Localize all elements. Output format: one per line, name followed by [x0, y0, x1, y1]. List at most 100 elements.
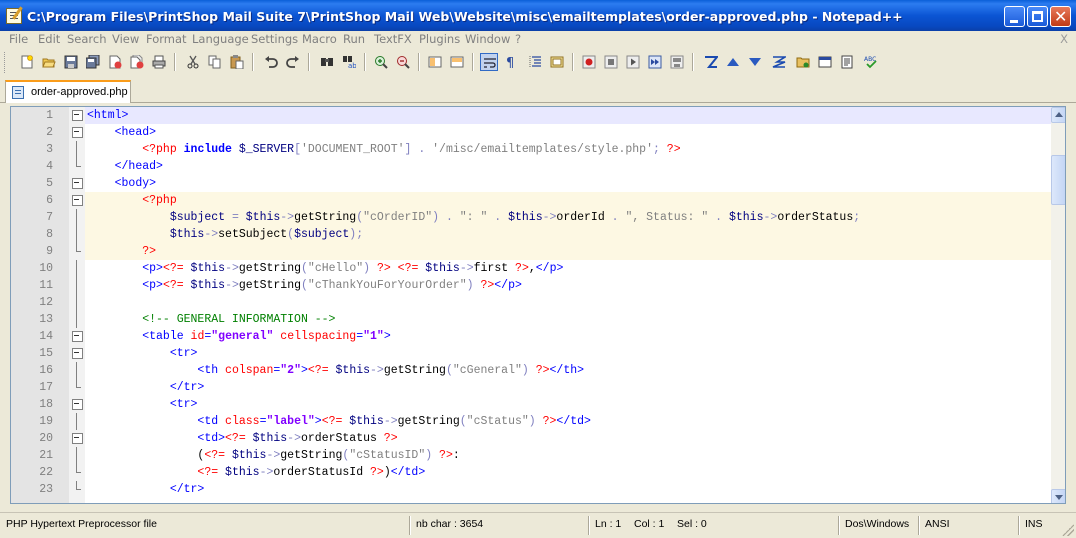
play-macro-button[interactable]: [624, 53, 642, 71]
open-file-icon: [42, 58, 56, 68]
code-line[interactable]: 4 </head>: [11, 158, 1051, 175]
sort-icon: [772, 56, 786, 68]
folder-button[interactable]: [794, 53, 812, 71]
chevron-up-icon: [1055, 112, 1063, 117]
menu-file[interactable]: File: [9, 32, 28, 46]
redo-button[interactable]: [284, 53, 302, 71]
menu-settings[interactable]: Settings: [251, 32, 298, 46]
code-line[interactable]: 15 <tr>: [11, 345, 1051, 362]
menu-macro[interactable]: Macro: [302, 32, 337, 46]
zoom-in-button[interactable]: [372, 53, 390, 71]
code-line[interactable]: 3 <?php include $_SERVER['DOCUMENT_ROOT'…: [11, 141, 1051, 158]
textfx-button[interactable]: [702, 53, 720, 71]
menu-edit[interactable]: Edit: [38, 32, 60, 46]
code-line[interactable]: 20 <td><?= $this->orderStatus ?>: [11, 430, 1051, 447]
code-line[interactable]: 16 <th colspan="2"><?= $this->getString(…: [11, 362, 1051, 379]
stop-record-button[interactable]: [602, 53, 620, 71]
toolbar-grip[interactable]: [4, 52, 7, 73]
menu-plugins[interactable]: Plugins: [419, 32, 460, 46]
menu-bar: File Edit Search View Format Language Se…: [0, 31, 1076, 49]
close-all-button[interactable]: [128, 53, 146, 71]
code-line[interactable]: 11 <p><?= $this->getString("cThankYouFor…: [11, 277, 1051, 294]
fold-toggle[interactable]: [69, 430, 85, 447]
sync-horizontal-button[interactable]: [448, 53, 466, 71]
svg-text:¶: ¶: [506, 56, 514, 69]
sync-vertical-button[interactable]: [426, 53, 444, 71]
code-line[interactable]: 2 <head>: [11, 124, 1051, 141]
word-wrap-button[interactable]: [480, 53, 498, 71]
paste-button[interactable]: [228, 53, 246, 71]
new-file-button[interactable]: [18, 53, 36, 71]
move-down-button[interactable]: [746, 53, 764, 71]
menu-textfx[interactable]: TextFX: [374, 32, 412, 46]
window-button[interactable]: [816, 53, 834, 71]
code-line[interactable]: 7 $subject = $this->getString("cOrderID"…: [11, 209, 1051, 226]
save-macro-button[interactable]: [668, 53, 686, 71]
fold-toggle[interactable]: [69, 328, 85, 345]
code-line[interactable]: 13 <!-- GENERAL INFORMATION -->: [11, 311, 1051, 328]
scroll-down-button[interactable]: [1051, 489, 1065, 503]
open-file-button[interactable]: [40, 53, 58, 71]
close-window-button[interactable]: ✕: [1050, 6, 1071, 27]
code-line[interactable]: 1 <html>: [11, 107, 1051, 124]
fold-toggle[interactable]: [69, 192, 85, 209]
zoom-out-button[interactable]: [394, 53, 412, 71]
vertical-scrollbar[interactable]: [1051, 107, 1065, 503]
run-macro-multiple-button[interactable]: [646, 53, 664, 71]
notepad-app-icon[interactable]: [6, 8, 22, 24]
tab-order-approved[interactable]: order-approved.php: [5, 80, 131, 103]
menu-view[interactable]: View: [112, 32, 139, 46]
sort-button[interactable]: [770, 53, 788, 71]
close-file-button[interactable]: [106, 53, 124, 71]
code-line[interactable]: 18 <tr>: [11, 396, 1051, 413]
indent-guide-button[interactable]: [526, 53, 544, 71]
spell-check-button[interactable]: ABC: [862, 53, 880, 71]
code-line[interactable]: 10 <p><?= $this->getString("cHello") ?> …: [11, 260, 1051, 277]
doc-map-button[interactable]: [838, 53, 856, 71]
code-line[interactable]: 6 <?php: [11, 192, 1051, 209]
undo-button[interactable]: [262, 53, 280, 71]
code-line[interactable]: 22 <?= $this->orderStatusId ?>)</td>: [11, 464, 1051, 481]
cut-button[interactable]: [184, 53, 202, 71]
scrollbar-thumb[interactable]: [1051, 155, 1065, 205]
code-line[interactable]: 23 </tr>: [11, 481, 1051, 498]
code-line[interactable]: 5 <body>: [11, 175, 1051, 192]
user-lang-button[interactable]: [548, 53, 566, 71]
save-all-button[interactable]: [84, 53, 102, 71]
code-text: </tr>: [169, 483, 205, 496]
close-document-button[interactable]: X: [1060, 32, 1068, 46]
fold-toggle[interactable]: [69, 345, 85, 362]
copy-button[interactable]: [206, 53, 224, 71]
title-bar[interactable]: C:\Program Files\PrintShop Mail Suite 7\…: [0, 0, 1076, 31]
print-button[interactable]: [150, 53, 168, 71]
show-all-chars-button[interactable]: ¶: [502, 53, 520, 71]
fold-toggle[interactable]: [69, 396, 85, 413]
find-button[interactable]: [318, 53, 336, 71]
menu-window[interactable]: Window: [465, 32, 510, 46]
fold-toggle[interactable]: [69, 175, 85, 192]
replace-icon: ab: [343, 56, 356, 69]
scroll-up-button[interactable]: [1051, 107, 1065, 123]
minimize-button[interactable]: [1004, 6, 1025, 27]
save-button[interactable]: [62, 53, 80, 71]
code-line[interactable]: 12: [11, 294, 1051, 311]
menu-search[interactable]: Search: [67, 32, 107, 46]
code-line[interactable]: 8 $this->setSubject($subject);: [11, 226, 1051, 243]
resize-grip[interactable]: [1062, 524, 1074, 536]
menu-language[interactable]: Language: [192, 32, 249, 46]
code-line[interactable]: 21 (<?= $this->getString("cStatusID") ?>…: [11, 447, 1051, 464]
replace-button[interactable]: ab: [340, 53, 358, 71]
code-line[interactable]: 17 </tr>: [11, 379, 1051, 396]
maximize-button[interactable]: [1027, 6, 1048, 27]
code-line[interactable]: 14 <table id="general" cellspacing="1">: [11, 328, 1051, 345]
menu-format[interactable]: Format: [146, 32, 187, 46]
move-up-button[interactable]: [724, 53, 742, 71]
code-editor[interactable]: 1 <html> 2 <head> 3 <?php include $_SERV…: [10, 106, 1066, 504]
record-macro-button[interactable]: [580, 53, 598, 71]
code-line[interactable]: 19 <td class="label"><?= $this->getStrin…: [11, 413, 1051, 430]
fold-toggle[interactable]: [69, 124, 85, 141]
code-line[interactable]: 9 ?>: [11, 243, 1051, 260]
fold-toggle[interactable]: [69, 107, 85, 124]
menu-run[interactable]: Run: [343, 32, 365, 46]
menu-help[interactable]: ?: [515, 32, 521, 46]
